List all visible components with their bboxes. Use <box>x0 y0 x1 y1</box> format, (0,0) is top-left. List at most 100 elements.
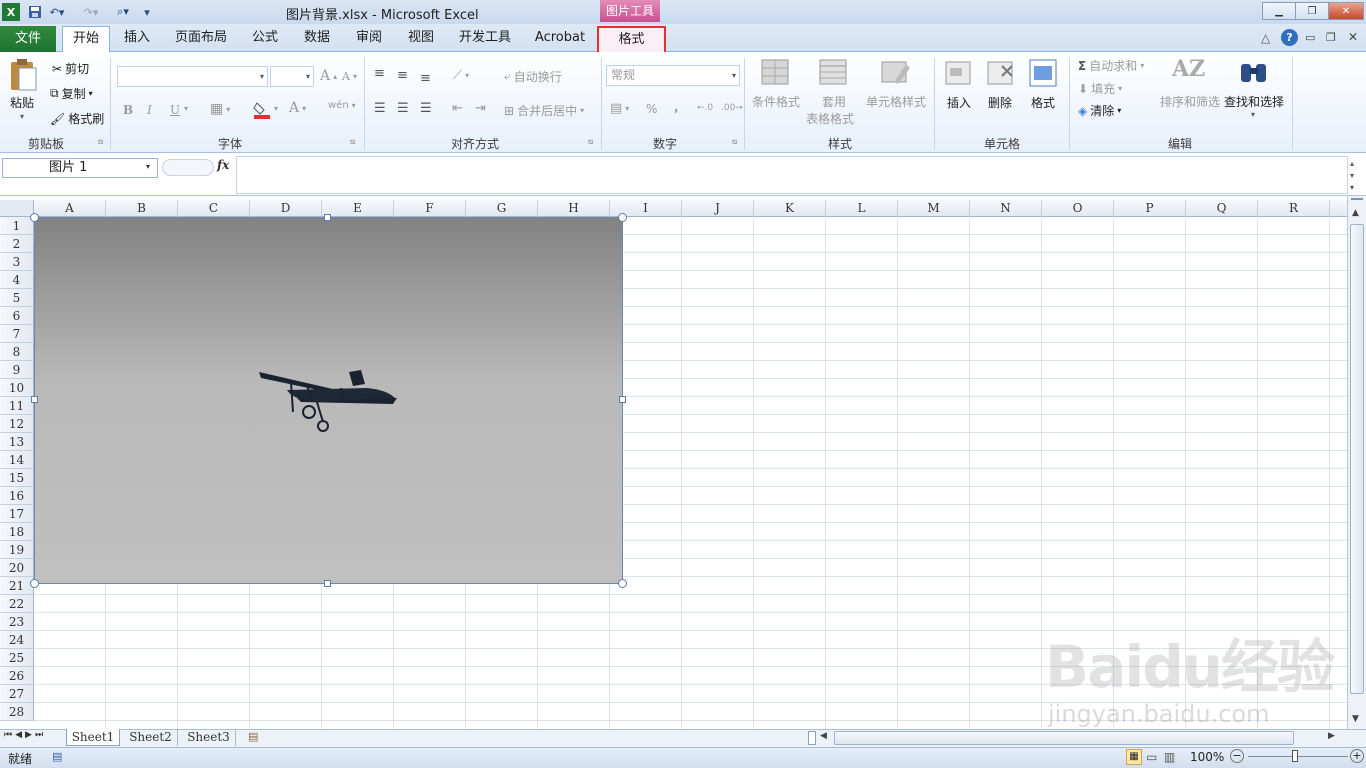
insert-function-button[interactable]: fx <box>217 158 235 178</box>
row-header[interactable]: 19 <box>0 541 34 559</box>
find-select-button[interactable]: 查找和选择 <box>1224 93 1284 110</box>
row-header[interactable]: 8 <box>0 343 34 361</box>
format-cells-icon[interactable] <box>1028 58 1058 88</box>
wrap-text-button[interactable]: ⤶ 自动换行 <box>504 68 562 85</box>
worksheet-grid[interactable]: ABCDEFGHIJKLMNOPQR 1 2 3 4 5 6 7 8 9 10 11 12 13 14 15… <box>0 200 1347 729</box>
decrease-decimal-icon[interactable]: .00→ <box>721 103 743 113</box>
tab-data[interactable]: 数据 <box>298 26 336 52</box>
conditional-format-icon[interactable] <box>760 58 792 88</box>
clipboard-launcher-icon[interactable]: ⧅ <box>98 137 103 147</box>
copy-button[interactable]: ⧉ 复制 ▾ <box>50 85 93 102</box>
vertical-scroll-thumb[interactable] <box>1350 224 1364 694</box>
row-header[interactable]: 24 <box>0 631 34 649</box>
align-middle-icon[interactable]: ≡ <box>397 68 408 83</box>
tab-developer[interactable]: 开发工具 <box>454 26 516 52</box>
percent-button[interactable]: % <box>646 102 657 116</box>
zoom-in-icon[interactable]: + <box>1350 749 1364 763</box>
resize-handle-w[interactable] <box>31 396 38 403</box>
close-button[interactable]: ✕ <box>1328 2 1364 20</box>
row-header[interactable]: 1 <box>0 217 34 235</box>
column-header[interactable]: Q <box>1186 200 1258 217</box>
tab-acrobat[interactable]: Acrobat <box>530 26 590 52</box>
scroll-up-icon[interactable]: ▲ <box>1352 208 1359 218</box>
sheet-nav-arrows-icon[interactable]: ⏮◀▶⏭ <box>4 730 46 740</box>
align-left-icon[interactable]: ☰ <box>374 101 386 116</box>
row-header[interactable]: 3 <box>0 253 34 271</box>
row-header[interactable]: 23 <box>0 613 34 631</box>
paste-button[interactable]: 粘贴 <box>10 94 34 111</box>
resize-handle-ne[interactable] <box>618 213 627 222</box>
picture-object[interactable] <box>34 217 623 584</box>
align-bottom-icon[interactable]: ≡ <box>420 71 431 86</box>
italic-button[interactable]: I <box>147 103 152 117</box>
resize-handle-s[interactable] <box>324 580 331 587</box>
column-header[interactable]: O <box>1042 200 1114 217</box>
undo-icon[interactable]: ↶▾ <box>48 3 66 21</box>
save-icon[interactable] <box>26 3 44 21</box>
align-center-icon[interactable]: ☰ <box>397 101 409 116</box>
insert-cells-icon[interactable] <box>944 58 974 88</box>
resize-handle-e[interactable] <box>619 396 626 403</box>
sheet-tab-2[interactable]: Sheet2 <box>124 729 178 746</box>
select-all-corner[interactable] <box>0 200 34 217</box>
workbook-restore-icon[interactable]: ❐ <box>1326 31 1336 44</box>
row-header[interactable]: 11 <box>0 397 34 415</box>
row-header[interactable]: 16 <box>0 487 34 505</box>
resize-handle-nw[interactable] <box>30 213 39 222</box>
paste-dropdown-icon[interactable]: ▾ <box>20 112 24 121</box>
row-header[interactable]: 9 <box>0 361 34 379</box>
column-header[interactable]: D <box>250 200 322 217</box>
name-box[interactable]: 图片 1 <box>2 158 158 178</box>
phonetic-button[interactable]: wén ▾ <box>328 100 356 111</box>
increase-decimal-icon[interactable]: ←.0 <box>697 103 713 113</box>
tab-formulas[interactable]: 公式 <box>246 26 284 52</box>
redo-icon[interactable]: ↷▾ <box>82 3 100 21</box>
column-header[interactable]: C <box>178 200 250 217</box>
column-header[interactable]: J <box>682 200 754 217</box>
sort-filter-icon[interactable]: AZ <box>1172 56 1206 90</box>
find-select-dropdown-icon[interactable]: ▾ <box>1251 110 1255 119</box>
scroll-left-icon[interactable]: ◀ <box>820 731 827 741</box>
conditional-format-button[interactable]: 条件格式 <box>752 93 800 110</box>
row-header[interactable]: 27 <box>0 685 34 703</box>
column-header[interactable]: P <box>1114 200 1186 217</box>
page-layout-view-icon[interactable]: ▭ <box>1146 750 1157 764</box>
minimize-ribbon-icon[interactable]: △ <box>1261 31 1270 45</box>
resize-handle-se[interactable] <box>618 579 627 588</box>
tab-file[interactable]: 文件 <box>0 26 56 52</box>
currency-icon[interactable]: ▤ ▾ <box>610 101 629 116</box>
row-header[interactable]: 18 <box>0 523 34 541</box>
delete-cells-icon[interactable] <box>986 58 1016 88</box>
vertical-scrollbar[interactable]: ▲ ▼ <box>1347 196 1366 729</box>
number-format-combo[interactable]: 常规 ▾ <box>606 65 740 86</box>
resize-handle-n[interactable] <box>324 214 331 221</box>
font-name-combo[interactable]: ▾ <box>117 66 268 87</box>
zoom-slider-track[interactable] <box>1248 756 1348 757</box>
row-header[interactable]: 4 <box>0 271 34 289</box>
sheet-tab-1[interactable]: Sheet1 <box>66 729 120 746</box>
decrease-indent-icon[interactable]: ⇤ <box>452 101 463 116</box>
comma-button[interactable]: , <box>674 100 679 114</box>
row-header[interactable]: 22 <box>0 595 34 613</box>
split-box-icon[interactable] <box>1351 198 1363 206</box>
column-header[interactable]: L <box>826 200 898 217</box>
font-launcher-icon[interactable]: ⧅ <box>350 137 355 147</box>
sort-filter-button[interactable]: 排序和筛选 <box>1160 93 1220 110</box>
zoom-out-icon[interactable]: − <box>1230 749 1244 763</box>
font-color-button[interactable]: A ▾ <box>289 100 306 116</box>
format-as-table-line1[interactable]: 套用 <box>822 93 846 110</box>
zoom-slider-thumb[interactable] <box>1292 750 1298 762</box>
workbook-minimize-icon[interactable]: ▭ <box>1305 31 1315 44</box>
binoculars-icon[interactable] <box>1238 58 1270 88</box>
increase-indent-icon[interactable]: ⇥ <box>475 101 486 116</box>
row-header[interactable]: 5 <box>0 289 34 307</box>
tab-review[interactable]: 审阅 <box>350 26 388 52</box>
column-header[interactable]: G <box>466 200 538 217</box>
tab-home[interactable]: 开始 <box>62 26 110 52</box>
fill-color-dropdown-icon[interactable]: ▾ <box>274 104 278 113</box>
resize-handle-sw[interactable] <box>30 579 39 588</box>
fill-color-icon[interactable] <box>252 100 274 120</box>
formula-expand-handle[interactable] <box>162 159 214 176</box>
row-header[interactable]: 7 <box>0 325 34 343</box>
number-launcher-icon[interactable]: ⧅ <box>732 137 737 147</box>
